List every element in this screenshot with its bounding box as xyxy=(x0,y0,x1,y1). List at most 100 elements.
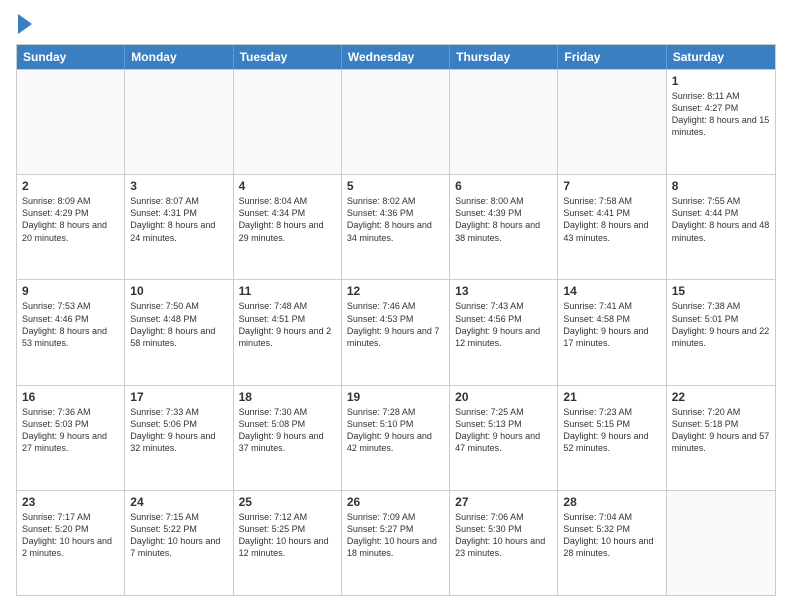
calendar-body: 1 Sunrise: 8:11 AM Sunset: 4:27 PM Daylig… xyxy=(17,69,775,595)
calendar-cell: 8 Sunrise: 7:55 AM Sunset: 4:44 PM Daylig… xyxy=(667,175,775,279)
calendar-cell: 2 Sunrise: 8:09 AM Sunset: 4:29 PM Daylig… xyxy=(17,175,125,279)
day-number: 2 xyxy=(22,179,119,193)
calendar-cell: 3 Sunrise: 8:07 AM Sunset: 4:31 PM Daylig… xyxy=(125,175,233,279)
day-number: 7 xyxy=(563,179,660,193)
day-info: Sunrise: 7:25 AM Sunset: 5:13 PM Dayligh… xyxy=(455,406,552,455)
day-info: Sunrise: 7:12 AM Sunset: 5:25 PM Dayligh… xyxy=(239,511,336,560)
day-number: 15 xyxy=(672,284,770,298)
day-number: 5 xyxy=(347,179,444,193)
day-info: Sunrise: 8:02 AM Sunset: 4:36 PM Dayligh… xyxy=(347,195,444,244)
day-number: 16 xyxy=(22,390,119,404)
calendar-cell xyxy=(234,70,342,174)
day-info: Sunrise: 7:43 AM Sunset: 4:56 PM Dayligh… xyxy=(455,300,552,349)
calendar-cell: 13 Sunrise: 7:43 AM Sunset: 4:56 PM Dayli… xyxy=(450,280,558,384)
day-number: 17 xyxy=(130,390,227,404)
header xyxy=(16,16,776,34)
calendar-cell: 4 Sunrise: 8:04 AM Sunset: 4:34 PM Daylig… xyxy=(234,175,342,279)
calendar-cell xyxy=(342,70,450,174)
calendar-cell: 28 Sunrise: 7:04 AM Sunset: 5:32 PM Dayli… xyxy=(558,491,666,595)
calendar-cell xyxy=(558,70,666,174)
calendar-cell: 7 Sunrise: 7:58 AM Sunset: 4:41 PM Daylig… xyxy=(558,175,666,279)
calendar-cell: 12 Sunrise: 7:46 AM Sunset: 4:53 PM Dayli… xyxy=(342,280,450,384)
day-info: Sunrise: 7:33 AM Sunset: 5:06 PM Dayligh… xyxy=(130,406,227,455)
day-number: 4 xyxy=(239,179,336,193)
day-number: 8 xyxy=(672,179,770,193)
calendar-row: 23 Sunrise: 7:17 AM Sunset: 5:20 PM Dayli… xyxy=(17,490,775,595)
calendar-row: 16 Sunrise: 7:36 AM Sunset: 5:03 PM Dayli… xyxy=(17,385,775,490)
day-info: Sunrise: 7:41 AM Sunset: 4:58 PM Dayligh… xyxy=(563,300,660,349)
calendar-cell: 19Sunrise: 7:28 AM Sunset: 5:10 PM Dayli… xyxy=(342,386,450,490)
header-day: Friday xyxy=(558,45,666,69)
day-number: 26 xyxy=(347,495,444,509)
calendar-row: 1 Sunrise: 8:11 AM Sunset: 4:27 PM Daylig… xyxy=(17,69,775,174)
calendar-cell: 9 Sunrise: 7:53 AM Sunset: 4:46 PM Daylig… xyxy=(17,280,125,384)
day-number: 22 xyxy=(672,390,770,404)
day-info: Sunrise: 7:48 AM Sunset: 4:51 PM Dayligh… xyxy=(239,300,336,349)
header-day: Thursday xyxy=(450,45,558,69)
calendar-cell: 21 Sunrise: 7:23 AM Sunset: 5:15 PM Dayli… xyxy=(558,386,666,490)
day-info: Sunrise: 7:50 AM Sunset: 4:48 PM Dayligh… xyxy=(130,300,227,349)
day-info: Sunrise: 7:28 AM Sunset: 5:10 PM Dayligh… xyxy=(347,406,444,455)
calendar-cell: 22 Sunrise: 7:20 AM Sunset: 5:18 PM Dayli… xyxy=(667,386,775,490)
calendar-cell: 23 Sunrise: 7:17 AM Sunset: 5:20 PM Dayli… xyxy=(17,491,125,595)
day-info: Sunrise: 7:20 AM Sunset: 5:18 PM Dayligh… xyxy=(672,406,770,455)
logo-arrow-icon xyxy=(18,14,32,34)
day-info: Sunrise: 7:04 AM Sunset: 5:32 PM Dayligh… xyxy=(563,511,660,560)
calendar-cell: 24Sunrise: 7:15 AM Sunset: 5:22 PM Dayli… xyxy=(125,491,233,595)
calendar-cell: 25Sunrise: 7:12 AM Sunset: 5:25 PM Dayli… xyxy=(234,491,342,595)
day-number: 20 xyxy=(455,390,552,404)
calendar-row: 9 Sunrise: 7:53 AM Sunset: 4:46 PM Daylig… xyxy=(17,279,775,384)
header-day: Tuesday xyxy=(234,45,342,69)
day-info: Sunrise: 7:55 AM Sunset: 4:44 PM Dayligh… xyxy=(672,195,770,244)
day-number: 13 xyxy=(455,284,552,298)
calendar-row: 2 Sunrise: 8:09 AM Sunset: 4:29 PM Daylig… xyxy=(17,174,775,279)
header-day: Wednesday xyxy=(342,45,450,69)
day-info: Sunrise: 7:36 AM Sunset: 5:03 PM Dayligh… xyxy=(22,406,119,455)
header-day: Saturday xyxy=(667,45,775,69)
calendar-cell: 15Sunrise: 7:38 AM Sunset: 5:01 PM Dayli… xyxy=(667,280,775,384)
page: SundayMondayTuesdayWednesdayThursdayFrid… xyxy=(0,0,792,612)
calendar-cell: 11 Sunrise: 7:48 AM Sunset: 4:51 PM Dayli… xyxy=(234,280,342,384)
day-info: Sunrise: 7:23 AM Sunset: 5:15 PM Dayligh… xyxy=(563,406,660,455)
day-info: Sunrise: 8:07 AM Sunset: 4:31 PM Dayligh… xyxy=(130,195,227,244)
day-number: 11 xyxy=(239,284,336,298)
header-day: Sunday xyxy=(17,45,125,69)
calendar-cell xyxy=(450,70,558,174)
calendar-cell: 14 Sunrise: 7:41 AM Sunset: 4:58 PM Dayli… xyxy=(558,280,666,384)
calendar-header: SundayMondayTuesdayWednesdayThursdayFrid… xyxy=(17,45,775,69)
day-info: Sunrise: 7:30 AM Sunset: 5:08 PM Dayligh… xyxy=(239,406,336,455)
day-info: Sunrise: 8:11 AM Sunset: 4:27 PM Dayligh… xyxy=(672,90,770,139)
day-number: 27 xyxy=(455,495,552,509)
calendar-cell: 1 Sunrise: 8:11 AM Sunset: 4:27 PM Daylig… xyxy=(667,70,775,174)
calendar-cell: 18 Sunrise: 7:30 AM Sunset: 5:08 PM Dayli… xyxy=(234,386,342,490)
calendar-cell: 6 Sunrise: 8:00 AM Sunset: 4:39 PM Daylig… xyxy=(450,175,558,279)
day-number: 28 xyxy=(563,495,660,509)
calendar-cell: 16 Sunrise: 7:36 AM Sunset: 5:03 PM Dayli… xyxy=(17,386,125,490)
day-info: Sunrise: 7:46 AM Sunset: 4:53 PM Dayligh… xyxy=(347,300,444,349)
day-info: Sunrise: 7:53 AM Sunset: 4:46 PM Dayligh… xyxy=(22,300,119,349)
calendar-cell: 10Sunrise: 7:50 AM Sunset: 4:48 PM Dayli… xyxy=(125,280,233,384)
day-info: Sunrise: 8:09 AM Sunset: 4:29 PM Dayligh… xyxy=(22,195,119,244)
day-number: 21 xyxy=(563,390,660,404)
day-number: 12 xyxy=(347,284,444,298)
calendar-cell xyxy=(17,70,125,174)
day-info: Sunrise: 7:09 AM Sunset: 5:27 PM Dayligh… xyxy=(347,511,444,560)
day-number: 3 xyxy=(130,179,227,193)
calendar-cell: 27Sunrise: 7:06 AM Sunset: 5:30 PM Dayli… xyxy=(450,491,558,595)
day-number: 9 xyxy=(22,284,119,298)
day-number: 1 xyxy=(672,74,770,88)
day-info: Sunrise: 7:58 AM Sunset: 4:41 PM Dayligh… xyxy=(563,195,660,244)
day-number: 14 xyxy=(563,284,660,298)
day-number: 23 xyxy=(22,495,119,509)
calendar-cell: 26 Sunrise: 7:09 AM Sunset: 5:27 PM Dayli… xyxy=(342,491,450,595)
day-info: Sunrise: 8:00 AM Sunset: 4:39 PM Dayligh… xyxy=(455,195,552,244)
day-number: 6 xyxy=(455,179,552,193)
logo-text xyxy=(16,16,32,34)
day-info: Sunrise: 8:04 AM Sunset: 4:34 PM Dayligh… xyxy=(239,195,336,244)
calendar: SundayMondayTuesdayWednesdayThursdayFrid… xyxy=(16,44,776,596)
day-number: 18 xyxy=(239,390,336,404)
day-info: Sunrise: 7:17 AM Sunset: 5:20 PM Dayligh… xyxy=(22,511,119,560)
calendar-cell: 17 Sunrise: 7:33 AM Sunset: 5:06 PM Dayli… xyxy=(125,386,233,490)
calendar-cell xyxy=(667,491,775,595)
day-number: 24 xyxy=(130,495,227,509)
